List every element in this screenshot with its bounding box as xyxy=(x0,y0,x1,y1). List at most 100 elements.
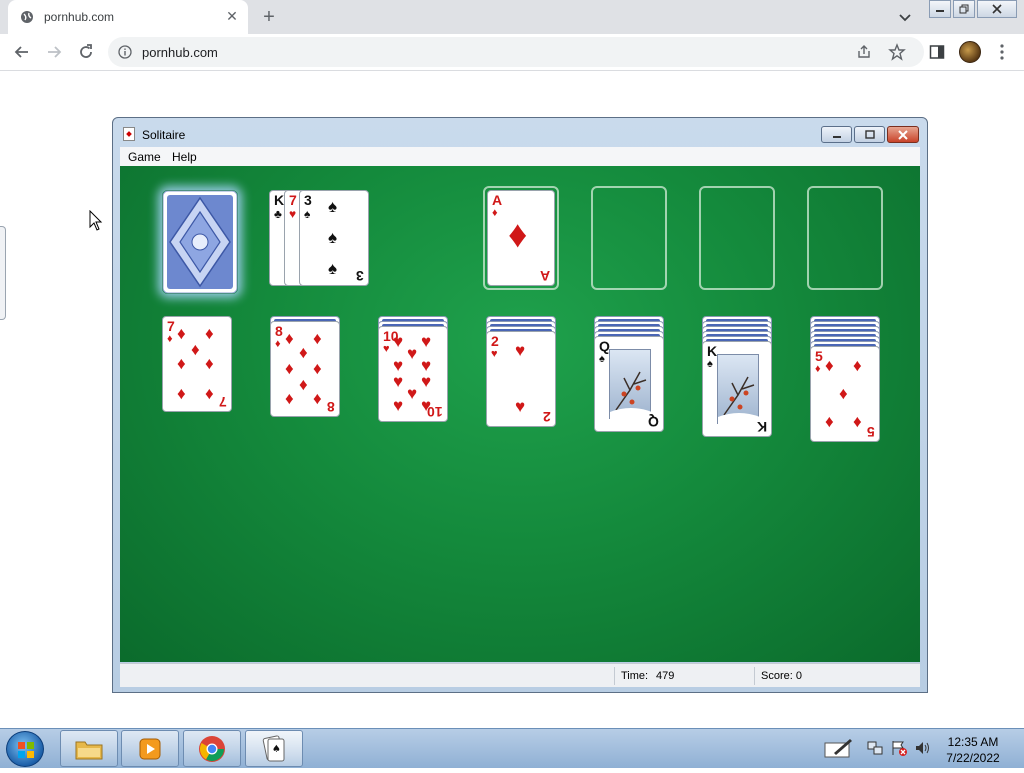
heart-icon: ♥ xyxy=(491,348,498,360)
diamond-icon: ♦ xyxy=(177,354,186,373)
site-info-icon[interactable] xyxy=(118,45,132,59)
offscreen-panel-edge[interactable] xyxy=(0,226,6,320)
url-text[interactable]: pornhub.com xyxy=(142,45,218,60)
diamond-icon: ♦ xyxy=(839,384,848,403)
score-label: Score: 0 xyxy=(761,670,802,682)
tableau-top-card[interactable]: 5 ♦ ♦ ♦ ♦ ♦ ♦ 5 xyxy=(810,346,880,442)
diamond-icon: ♦ xyxy=(177,324,186,343)
diamond-icon: ♦ xyxy=(177,384,186,403)
menu-game[interactable]: Game xyxy=(128,150,161,164)
reload-icon[interactable] xyxy=(76,42,96,62)
taskbar-solitaire[interactable]: ♠ xyxy=(245,730,303,767)
heart-icon: ♥ xyxy=(421,372,432,391)
time-value: 479 xyxy=(656,670,675,682)
clock-time: 12:35 AM xyxy=(947,735,999,749)
waste-card-three-spades[interactable]: 3 ♠ ♠ ♠ ♠ 3 xyxy=(299,190,369,286)
card-rank-bottom: K xyxy=(756,419,767,435)
taskbar-media-player[interactable] xyxy=(121,730,179,767)
spade-icon: ♠ xyxy=(599,353,605,365)
solitaire-close-button[interactable] xyxy=(887,126,919,143)
diamond-icon: ♦ xyxy=(191,340,200,359)
spade-icon: ♠ xyxy=(328,197,338,216)
foundation-slot-3[interactable] xyxy=(699,186,775,290)
face-card-art xyxy=(609,349,652,420)
diamond-icon: ♦ xyxy=(299,343,308,362)
spade-icon: ♠ xyxy=(328,228,338,247)
back-arrow-icon[interactable] xyxy=(12,42,32,62)
stock-pile[interactable] xyxy=(162,190,238,294)
diamond-icon: ♦ xyxy=(205,354,214,373)
diamond-icon: ♦ xyxy=(313,329,322,348)
diamond-icon: ♦ xyxy=(853,356,862,375)
card-rank: 5 xyxy=(815,348,823,364)
card-rank: 7 xyxy=(289,192,297,208)
diamond-icon: ♦ xyxy=(313,359,322,378)
diamond-icon: ♦ xyxy=(815,363,821,375)
game-board: K ♣ 7 ♥ 3 ♠ ♠ ♠ ♠ 3 A ♦ ♦ A 7 ♦ ♦ ♦ ♦ ♦ … xyxy=(120,166,920,662)
action-center-flag-icon[interactable] xyxy=(890,739,908,757)
share-icon[interactable] xyxy=(856,44,872,60)
taskbar-chrome[interactable] xyxy=(183,730,241,767)
tableau-top-card[interactable]: 8 ♦ ♦ ♦ ♦ ♦ ♦ ♦ ♦ ♦ 8 xyxy=(270,321,340,417)
network-icon[interactable] xyxy=(866,739,884,757)
heart-icon: ♥ xyxy=(393,372,404,391)
foundation-slot-2[interactable] xyxy=(591,186,667,290)
diamond-icon: ♦ xyxy=(508,214,528,256)
diamond-icon: ♦ xyxy=(285,329,294,348)
minimize-window-button[interactable] xyxy=(929,0,951,18)
diamond-icon: ♦ xyxy=(313,389,322,408)
tab-strip: pornhub.com ✕ + xyxy=(0,0,1024,34)
card-rank-bottom: 5 xyxy=(867,424,875,440)
tableau-top-card[interactable]: 2 ♥ ♥ ♥ 2 xyxy=(486,331,556,427)
heart-icon: ♥ xyxy=(407,344,418,363)
windows-taskbar: ♠ 12:35 AM 7/22/2022 xyxy=(0,728,1024,768)
foundation-card-ace-diamonds[interactable]: A ♦ ♦ A xyxy=(487,190,555,286)
system-clock[interactable]: 12:35 AM 7/22/2022 xyxy=(942,734,1004,766)
heart-icon: ♥ xyxy=(383,343,390,355)
tableau-top-card[interactable]: 7 ♦ ♦ ♦ ♦ ♦ ♦ ♦ ♦ 7 xyxy=(162,316,232,412)
more-menu-icon[interactable] xyxy=(996,43,1008,61)
close-window-button[interactable] xyxy=(977,0,1017,18)
profile-avatar[interactable] xyxy=(959,41,981,63)
solitaire-window: Solitaire Game Help K ♣ 7 ♥ 3 ♠ ♠ ♠ ♠ 3 … xyxy=(112,117,928,693)
heart-icon: ♥ xyxy=(393,332,404,351)
window-title: Solitaire xyxy=(142,128,186,142)
forward-arrow-icon[interactable] xyxy=(44,42,64,62)
foundation-slot-4[interactable] xyxy=(807,186,883,290)
bookmark-star-icon[interactable] xyxy=(888,43,906,61)
foundation-slot-1[interactable]: A ♦ ♦ A xyxy=(483,186,559,290)
diamond-icon: ♦ xyxy=(205,384,214,403)
solitaire-titlebar[interactable]: Solitaire xyxy=(113,118,927,146)
tableau-top-card[interactable]: K ♠ K xyxy=(702,341,772,437)
taskbar-file-explorer[interactable] xyxy=(60,730,118,767)
clock-date: 7/22/2022 xyxy=(946,751,1000,765)
card-rank: A xyxy=(492,192,503,208)
solitaire-maximize-button[interactable] xyxy=(854,126,885,143)
status-bar: Time: 479 Score: 0 xyxy=(120,663,920,687)
waste-pile[interactable]: K ♣ 7 ♥ 3 ♠ ♠ ♠ ♠ 3 xyxy=(269,190,371,286)
tab-close-icon[interactable]: ✕ xyxy=(224,8,240,24)
club-icon: ♣ xyxy=(274,207,282,221)
card-rank-bottom: 8 xyxy=(327,399,335,415)
card-back-icon xyxy=(162,190,238,294)
pen-input-icon[interactable] xyxy=(824,737,854,759)
tab-search-chevron-icon[interactable] xyxy=(896,8,914,26)
solitaire-minimize-button[interactable] xyxy=(821,126,852,143)
browser-tab[interactable]: pornhub.com ✕ xyxy=(8,0,248,34)
restore-window-button[interactable] xyxy=(953,0,975,18)
side-panel-icon[interactable] xyxy=(929,44,945,60)
card-rank: 2 xyxy=(491,333,499,349)
address-bar[interactable]: pornhub.com xyxy=(108,37,924,67)
menu-help[interactable]: Help xyxy=(172,150,197,164)
windows-logo-icon xyxy=(18,742,34,758)
spade-icon: ♠ xyxy=(707,358,713,370)
new-tab-button[interactable]: + xyxy=(258,6,280,28)
volume-icon[interactable] xyxy=(914,739,932,757)
start-button[interactable] xyxy=(6,731,44,767)
diamond-icon: ♦ xyxy=(205,324,214,343)
heart-icon: ♥ xyxy=(515,397,526,416)
heart-icon: ♥ xyxy=(421,332,432,351)
card-rank: 3 xyxy=(304,192,312,208)
tableau-top-card[interactable]: 10 ♥ ♥ ♥ ♥ ♥ ♥ ♥ ♥ ♥ ♥ ♥ 10 xyxy=(378,326,448,422)
tableau-top-card[interactable]: Q ♠ Q xyxy=(594,336,664,432)
